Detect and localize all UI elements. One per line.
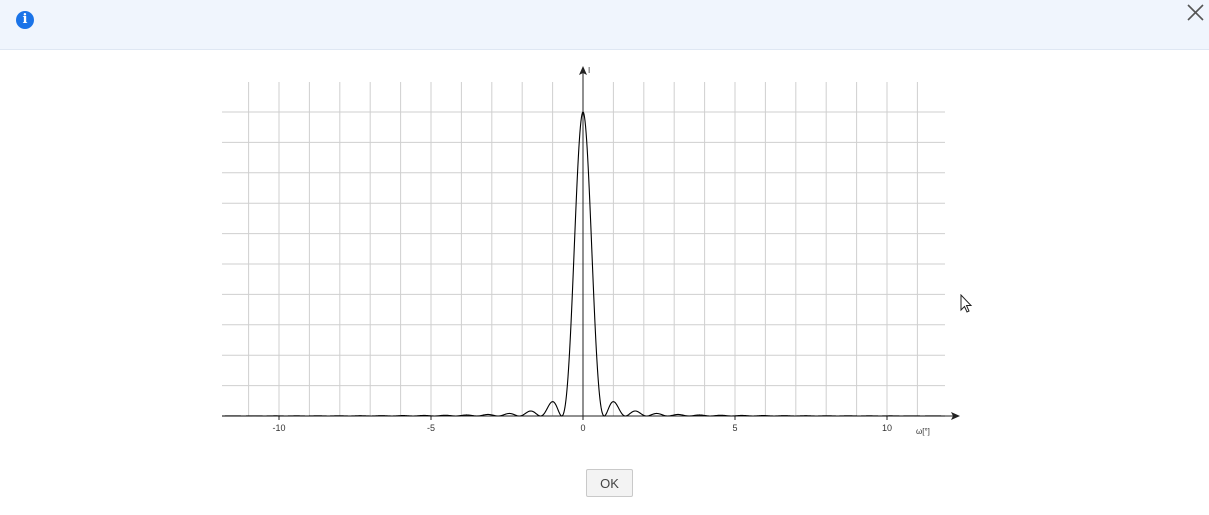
mouse-cursor-icon (960, 294, 973, 313)
y-axis-label: I (588, 66, 590, 75)
diffraction-plot: -10 -5 0 5 10 ω[°] I (0, 0, 1209, 510)
x-tick-label: 10 (882, 423, 892, 433)
x-axis-label: ω[°] (916, 427, 930, 436)
x-tick-label: -10 (272, 423, 285, 433)
x-tick-label: 0 (580, 423, 585, 433)
x-tick-label: -5 (427, 423, 435, 433)
x-tick-label: 5 (732, 423, 737, 433)
ok-button[interactable]: OK (586, 469, 633, 497)
plot-svg: -10 -5 0 5 10 ω[°] I (222, 66, 960, 436)
